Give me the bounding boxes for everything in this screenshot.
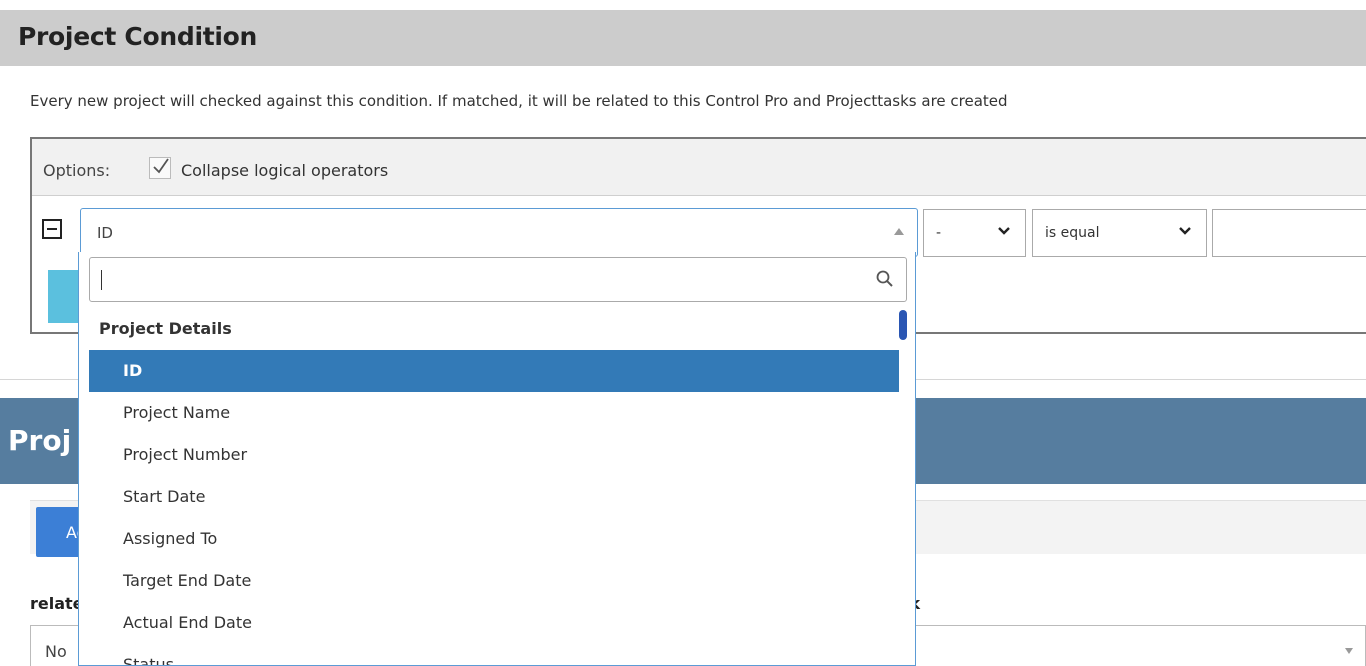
dropdown-option-id[interactable]: ID xyxy=(89,350,899,392)
comparison-select-value: is equal xyxy=(1045,225,1100,241)
collapse-operators-checkbox[interactable] xyxy=(149,157,171,179)
blue-section-title: Proj xyxy=(8,424,72,457)
field-select[interactable]: ID xyxy=(80,208,918,257)
related-label: relate xyxy=(30,594,84,613)
checkmark-icon xyxy=(153,158,169,174)
collapse-group-icon[interactable] xyxy=(42,219,62,239)
dropdown-option-start-date[interactable]: Start Date xyxy=(89,476,899,518)
dropdown-scrollbar[interactable] xyxy=(899,310,907,340)
condition-value-input[interactable] xyxy=(1212,209,1366,257)
dropdown-list: Project Details ID Project Name Project … xyxy=(89,308,899,665)
dropdown-group-label: Project Details xyxy=(99,319,232,338)
operator-select-value: - xyxy=(936,225,942,241)
dropdown-option-project-number[interactable]: Project Number xyxy=(89,434,899,476)
options-bar: Options: Collapse logical operators xyxy=(32,139,1366,196)
field-dropdown: Project Details ID Project Name Project … xyxy=(78,252,916,666)
chevron-down-icon xyxy=(1179,227,1191,235)
chevron-down-icon xyxy=(998,227,1010,235)
section-title: Project Condition xyxy=(18,22,258,51)
field-select-value: ID xyxy=(97,224,113,242)
search-icon xyxy=(876,270,893,287)
related-select-value: No xyxy=(45,642,67,661)
operator-select[interactable]: - xyxy=(923,209,1026,257)
collapse-operators-label[interactable]: Collapse logical operators xyxy=(181,161,388,180)
comparison-select[interactable]: is equal xyxy=(1032,209,1207,257)
dropdown-option-target-end-date[interactable]: Target End Date xyxy=(89,560,899,602)
dropdown-option-project-name[interactable]: Project Name xyxy=(89,392,899,434)
dropdown-option-assigned-to[interactable]: Assigned To xyxy=(89,518,899,560)
caret-down-icon xyxy=(1345,648,1353,654)
caret-up-icon xyxy=(894,228,904,235)
dropdown-option-actual-end-date[interactable]: Actual End Date xyxy=(89,602,899,644)
page: Project Condition Every new project will… xyxy=(0,0,1366,666)
dropdown-search-input[interactable] xyxy=(89,257,907,302)
condition-description: Every new project will checked against t… xyxy=(30,92,1008,110)
options-label: Options: xyxy=(43,161,111,180)
text-cursor xyxy=(101,270,102,290)
dropdown-option-status[interactable]: Status xyxy=(89,644,899,665)
section-header: Project Condition xyxy=(0,10,1366,66)
